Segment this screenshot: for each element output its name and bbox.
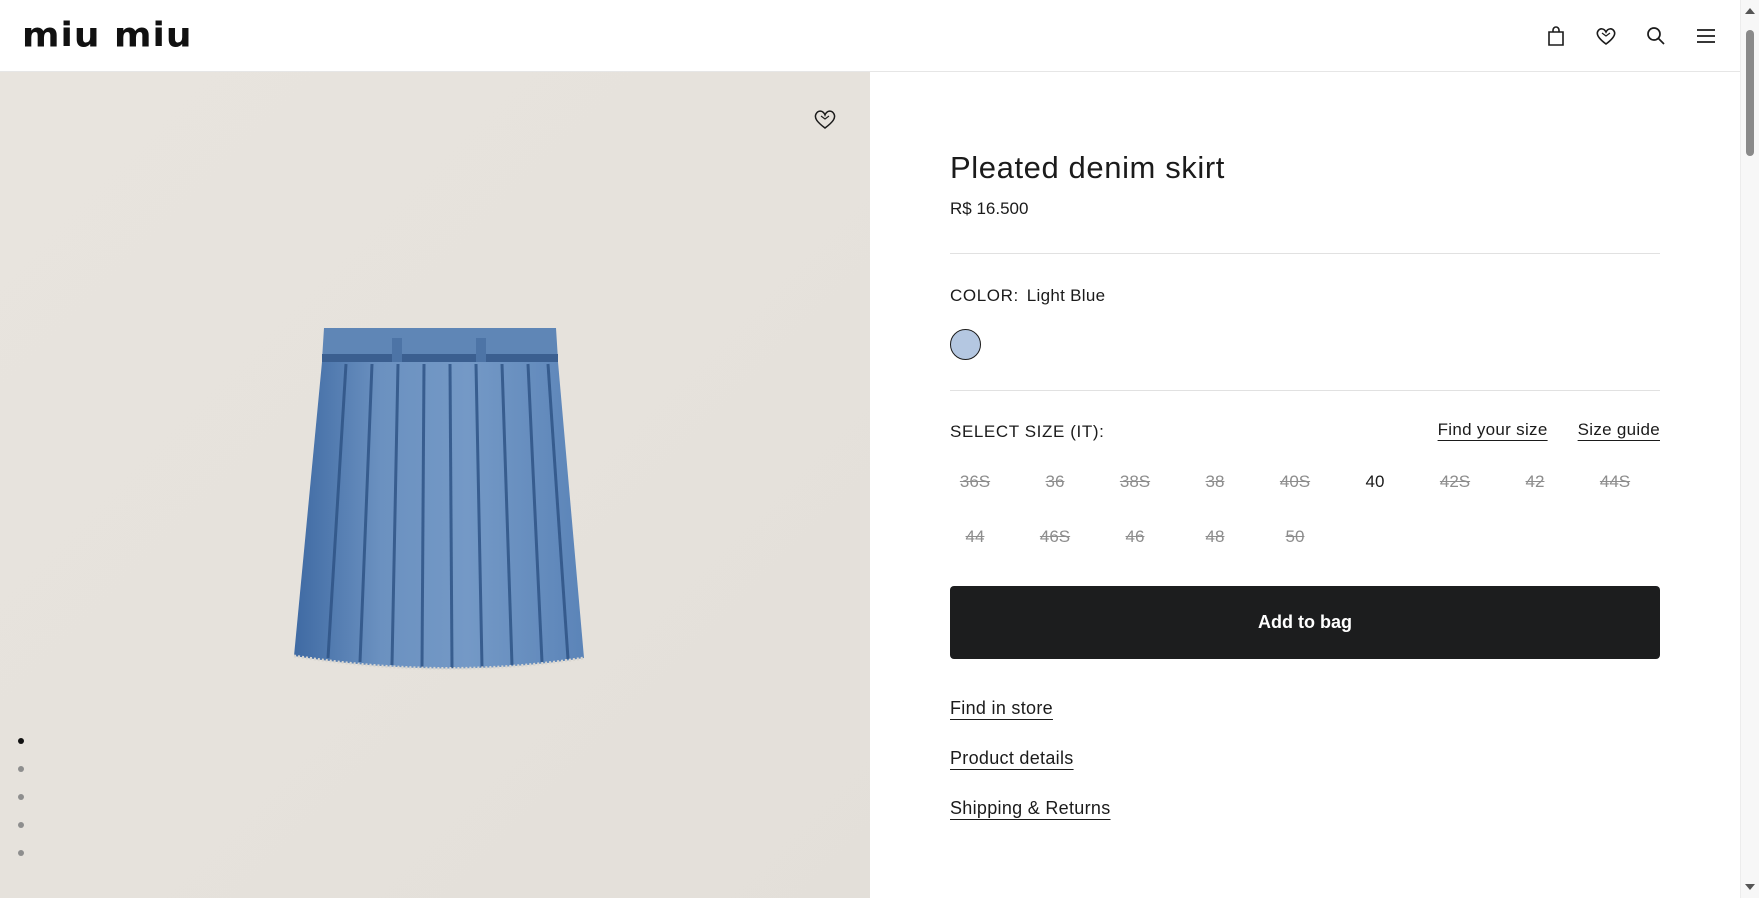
wishlist-heart-icon[interactable] [812,106,838,132]
find-your-size-link[interactable]: Find your size [1438,420,1548,440]
pleated-denim-skirt-image [293,328,585,670]
heart-icon[interactable] [1594,20,1618,52]
size-option[interactable]: 36 [1030,470,1080,494]
product-details-link[interactable]: Product details [950,748,1074,769]
site-header: miu miu [0,0,1740,72]
color-value: Light Blue [1026,286,1106,305]
size-header: SELECT SIZE (IT): Find your size Size gu… [950,420,1660,442]
page-scrollbar[interactable] [1740,0,1759,898]
size-help-links: Find your size Size guide [1438,420,1660,440]
size-option[interactable]: 36S [950,470,1000,494]
size-option[interactable]: 40 [1350,470,1400,494]
size-option[interactable]: 44 [950,525,1000,549]
scrollbar-thumb[interactable] [1746,30,1754,156]
size-options: 36S 36 38S 38 40S 40 42S 42 44S 44 46S 46 48 50 [950,470,1670,549]
gallery-dot[interactable] [18,794,24,800]
size-label: SELECT SIZE (IT): [950,422,1105,441]
find-in-store-link[interactable]: Find in store [950,698,1053,719]
color-selection: COLOR: Light Blue [950,286,1105,306]
scroll-down-arrow-icon[interactable] [1745,884,1755,890]
color-swatch-light-blue[interactable] [950,329,981,360]
shipping-returns-link[interactable]: Shipping & Returns [950,798,1111,819]
gallery-pagination [18,738,24,856]
shopping-bag-icon[interactable] [1544,20,1568,52]
divider [950,253,1660,254]
product-price: R$ 16.500 [950,199,1029,218]
size-option[interactable]: 46 [1110,525,1160,549]
size-guide-link[interactable]: Size guide [1578,420,1660,440]
size-option[interactable]: 50 [1270,525,1320,549]
size-option[interactable]: 48 [1190,525,1240,549]
gallery-dot[interactable] [18,822,24,828]
add-to-bag-button[interactable]: Add to bag [950,586,1660,659]
gallery-dot[interactable] [18,850,24,856]
size-option[interactable]: 38S [1110,470,1160,494]
size-option[interactable]: 44S [1590,470,1640,494]
gallery-dot[interactable] [18,766,24,772]
miu-miu-logo[interactable]: miu miu [22,18,193,53]
size-option[interactable]: 42S [1430,470,1480,494]
size-option[interactable]: 38 [1190,470,1240,494]
scroll-up-arrow-icon[interactable] [1745,8,1755,14]
size-option[interactable]: 46S [1030,525,1080,549]
size-option[interactable]: 40S [1270,470,1320,494]
search-icon[interactable] [1644,20,1668,52]
header-actions [1544,20,1718,52]
size-option[interactable]: 42 [1510,470,1560,494]
gallery-dot[interactable] [18,738,24,744]
menu-icon[interactable] [1694,20,1718,52]
product-title: Pleated denim skirt [950,150,1226,185]
product-image-gallery[interactable] [0,72,870,898]
color-label: COLOR: [950,286,1019,305]
divider [950,390,1660,391]
